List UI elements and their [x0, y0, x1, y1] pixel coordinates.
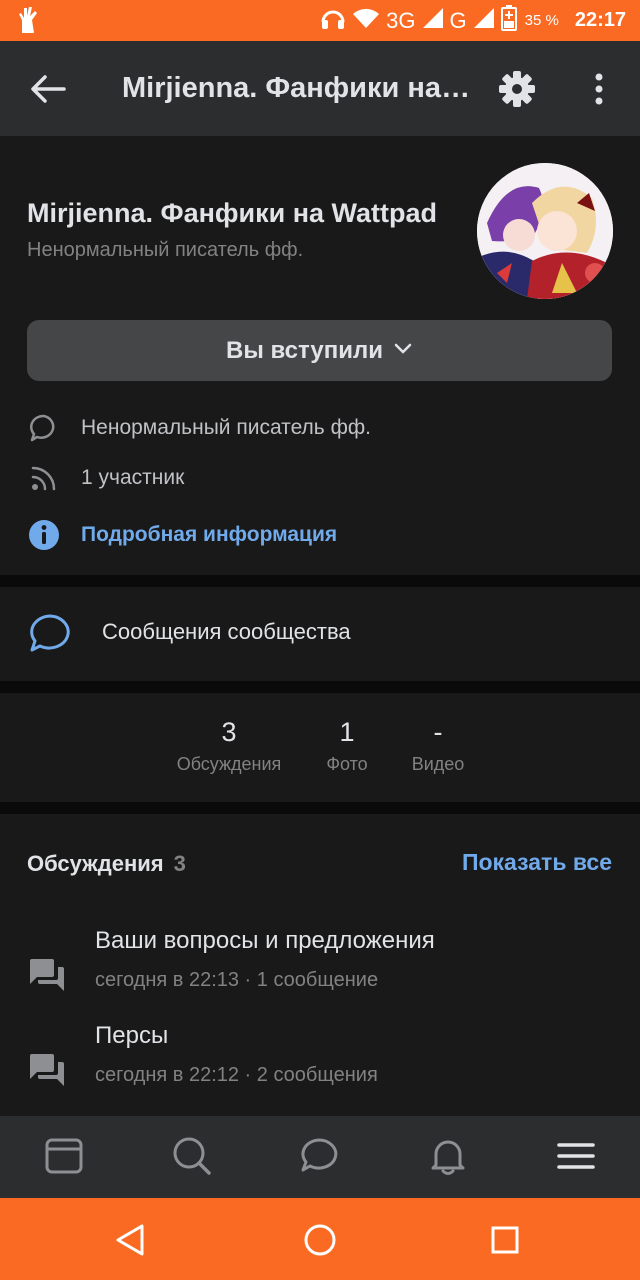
counter-value: 1: [339, 717, 355, 747]
counters: 3 Обсуждения 1 Фото - Видео: [0, 693, 640, 802]
menu-icon[interactable]: [556, 1136, 596, 1176]
discussions-count: 3: [173, 851, 186, 876]
discussions-title: Обсуждения: [27, 851, 164, 876]
info-members-row[interactable]: 1 участник: [27, 461, 184, 495]
group-name: Mirjienna. Фанфики на Wattpad: [27, 198, 438, 228]
info-description-row: Ненормальный писатель фф.: [27, 411, 371, 445]
discussion-icon: [28, 957, 66, 998]
community-messages-row[interactable]: Сообщения сообщества: [0, 587, 640, 681]
topic-meta: сегодня в 22:12 · 2 сообщения: [95, 1064, 378, 1086]
back-icon[interactable]: [110, 1220, 150, 1260]
battery-icon: [500, 4, 517, 37]
messages-icon[interactable]: [299, 1136, 339, 1176]
status-bar: 3G G 35 % 22:17: [0, 0, 640, 41]
search-icon[interactable]: [172, 1136, 212, 1176]
group-header: Mirjienna. Фанфики на Wattpad Ненормальн…: [0, 136, 640, 575]
counter-discussions[interactable]: 3 Обсуждения: [169, 717, 289, 775]
list-item[interactable]: Персы сегодня в 22:12 · 2 сообщения: [0, 1022, 640, 1112]
recents-icon[interactable]: [485, 1220, 525, 1260]
topic-title: Ваши вопросы и предложения: [95, 927, 435, 954]
counter-value: 3: [221, 717, 237, 747]
chevron-down-icon: [393, 341, 413, 360]
counter-videos[interactable]: - Видео: [398, 717, 478, 775]
messages-bubble-icon: [28, 613, 72, 658]
gear-icon[interactable]: [497, 69, 537, 109]
community-messages-label: Сообщения сообщества: [102, 619, 351, 644]
notifications-icon[interactable]: [428, 1136, 468, 1176]
clock: 22:17: [574, 9, 626, 31]
members-count: 1 участник: [81, 466, 185, 489]
counter-value: -: [433, 717, 443, 747]
headphones-icon: [320, 6, 346, 36]
discussions-header: Обсуждения 3: [27, 851, 186, 877]
bottom-tab-bar: [0, 1116, 640, 1198]
news-icon[interactable]: [44, 1136, 84, 1176]
list-item[interactable]: Ваши вопросы и предложения сегодня в 22:…: [0, 927, 640, 1017]
group-status: Ненормальный писатель фф.: [27, 239, 304, 261]
battery-percent: 35 %: [524, 12, 559, 29]
network-type-2: G: [449, 7, 467, 33]
hand-notification-icon: [16, 6, 40, 39]
joined-button-label: Вы вступили: [226, 336, 383, 364]
top-app-bar: Mirjienna. Фанфики на Wattpad: [0, 41, 640, 136]
more-vertical-icon[interactable]: [586, 69, 612, 109]
info-more-row[interactable]: Подробная информация: [27, 518, 337, 552]
divider: [0, 802, 640, 814]
home-icon[interactable]: [300, 1220, 340, 1260]
group-description: Ненормальный писатель фф.: [81, 416, 371, 439]
divider: [0, 681, 640, 693]
topic-meta: сегодня в 22:13 · 1 сообщение: [95, 969, 379, 991]
counter-label: Фото: [326, 754, 368, 774]
back-arrow-icon[interactable]: [28, 69, 68, 109]
info-icon: [27, 518, 61, 552]
network-type-1: 3G: [386, 7, 416, 33]
speech-bubble-icon: [27, 411, 61, 445]
signal-icon-2: [473, 7, 495, 35]
rss-icon: [27, 461, 61, 495]
discussion-icon: [28, 1052, 66, 1093]
signal-icon: [422, 7, 444, 35]
joined-button[interactable]: Вы вступили: [27, 320, 612, 381]
counter-label: Видео: [411, 754, 465, 774]
more-info-link[interactable]: Подробная информация: [81, 523, 337, 547]
system-nav-bar: [0, 1198, 640, 1280]
page-title: Mirjienna. Фанфики на Wattpad: [122, 72, 472, 104]
discussions-section: Обсуждения 3 Показать все Ваши вопросы и …: [0, 814, 640, 1116]
wifi-icon: [352, 7, 380, 35]
counter-label: Обсуждения: [176, 754, 282, 774]
show-all-link[interactable]: Показать все: [462, 849, 612, 876]
topic-title: Персы: [95, 1022, 169, 1049]
counter-photos[interactable]: 1 Фото: [307, 717, 387, 775]
avatar[interactable]: [477, 163, 613, 299]
divider: [0, 575, 640, 587]
